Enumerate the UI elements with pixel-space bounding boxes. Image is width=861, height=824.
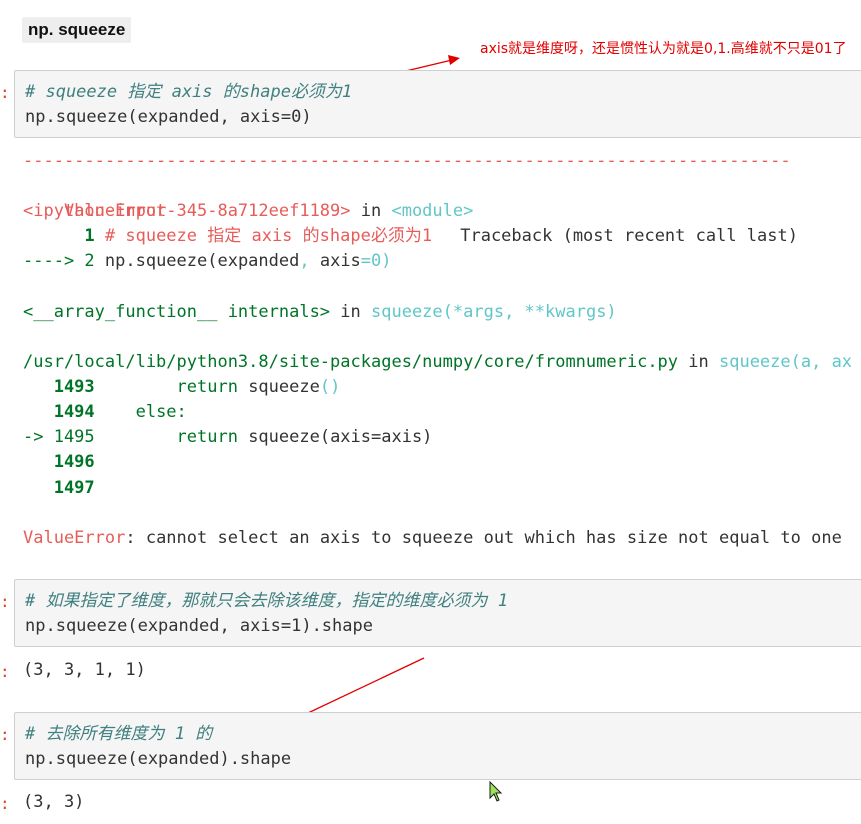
traceback-line-1496: 1496	[23, 450, 95, 475]
traceback-frame-2: <__array_function__ internals> in squeez…	[23, 300, 617, 325]
traceback-line-1495: -> 1495 return squeeze(axis=axis)	[23, 425, 432, 450]
error-text: : cannot select an axis to squeeze out w…	[125, 528, 842, 548]
mouse-cursor-icon	[489, 781, 503, 802]
error-message: ValueError: cannot select an axis to squ…	[23, 526, 842, 551]
func-ref: squeeze(*args	[371, 302, 505, 322]
line-arrow: -> 1495	[23, 427, 95, 447]
traceback-line-2: ----> 2 np.squeeze(expanded, axis=0)	[23, 249, 392, 274]
traceback-frame-3: /usr/local/lib/python3.8/site-packages/n…	[23, 350, 852, 375]
code-cell-1[interactable]: # squeeze 指定 axis 的shape必须为1 np.squeeze(…	[14, 70, 861, 138]
cell1-comment: # squeeze 指定 axis 的shape必须为1	[25, 82, 353, 102]
line-code-b: squeeze(axis=axis)	[237, 427, 433, 447]
line-code-a: np.squeeze(expanded	[94, 251, 300, 271]
traceback-dashes: ----------------------------------------…	[23, 151, 791, 171]
cell1-prompt: :	[0, 83, 10, 102]
cell3-out-prompt: :	[0, 794, 10, 813]
line-code-c: ()	[319, 377, 341, 397]
cell2-output: (3, 3, 1, 1)	[23, 660, 146, 680]
cell2-comment: # 如果指定了维度，那就只会去除该维度，指定的维度必须为 1	[25, 591, 508, 611]
line-number: 1497	[23, 478, 95, 498]
cell3-comment: # 去除所有维度为 1 的	[25, 724, 213, 744]
cell2-code: np.squeeze(expanded, axis=1).shape	[25, 616, 373, 636]
code-cell-3[interactable]: # 去除所有维度为 1 的 np.squeeze(expanded).shape	[14, 712, 861, 780]
cell3-code: np.squeeze(expanded).shape	[25, 749, 292, 769]
line-arrow: ----> 2	[23, 251, 95, 271]
file-path: /usr/local/lib/python3.8/site-packages/n…	[23, 352, 679, 372]
line-code-a: return	[94, 427, 238, 447]
traceback-line-1: 1 # squeeze 指定 axis 的shape必须为1	[23, 224, 432, 249]
traceback-line-1493: 1493 return squeeze()	[23, 375, 341, 400]
in-keyword-2: in	[330, 302, 371, 322]
error-name-2: ValueError	[23, 528, 126, 548]
cell3-prompt: :	[0, 725, 10, 744]
traceback-title: Traceback (most recent call last)	[460, 226, 798, 246]
in-keyword-3: in	[678, 352, 719, 372]
cell2-prompt: :	[0, 592, 10, 611]
line-code-b: squeeze	[237, 377, 320, 397]
line-number: 1493	[23, 377, 95, 397]
line-number: 1494	[23, 402, 95, 422]
cell3-output: (3, 3)	[23, 792, 85, 812]
cell2-out-prompt: :	[0, 662, 10, 681]
in-keyword-1: in	[350, 201, 392, 221]
func-ref-2: squeeze(a, ax	[718, 352, 853, 372]
line-number: 1	[23, 226, 95, 246]
code-cell-2[interactable]: # 如果指定了维度，那就只会去除该维度，指定的维度必须为 1 np.squeez…	[14, 579, 861, 647]
module-ref: <module>	[391, 201, 474, 221]
annotation-note: axis就是维度呀，还是惯性认为就是0,1.高维就不只是01了	[480, 41, 847, 57]
input-ref: <ipython-input-345-8a712eef1189>	[23, 201, 351, 221]
cell1-code: np.squeeze(expanded, axis=0)	[25, 107, 312, 127]
traceback-line-1494: 1494 else:	[23, 400, 187, 425]
func-comma: ,	[504, 302, 525, 322]
line-code-d: =0)	[360, 251, 392, 271]
arrow-head-1	[448, 55, 460, 65]
traceback-frame-1: <ipython-input-345-8a712eef1189> in <mod…	[23, 199, 473, 224]
line-code-a: return	[94, 377, 238, 397]
heading-cell[interactable]: np. squeeze	[22, 17, 132, 43]
internals-ref: <__array_function__ internals>	[23, 302, 331, 322]
line-code-b: ,	[299, 251, 320, 271]
line-number: 1496	[23, 452, 95, 472]
line-code: # squeeze 指定 axis 的shape必须为1	[94, 226, 433, 246]
traceback-line-1497: 1497	[23, 476, 95, 501]
line-code-c: axis	[319, 251, 361, 271]
func-kwargs: **kwargs)	[524, 302, 617, 322]
line-code: else:	[94, 402, 187, 422]
heading-text: np. squeeze	[28, 20, 126, 39]
